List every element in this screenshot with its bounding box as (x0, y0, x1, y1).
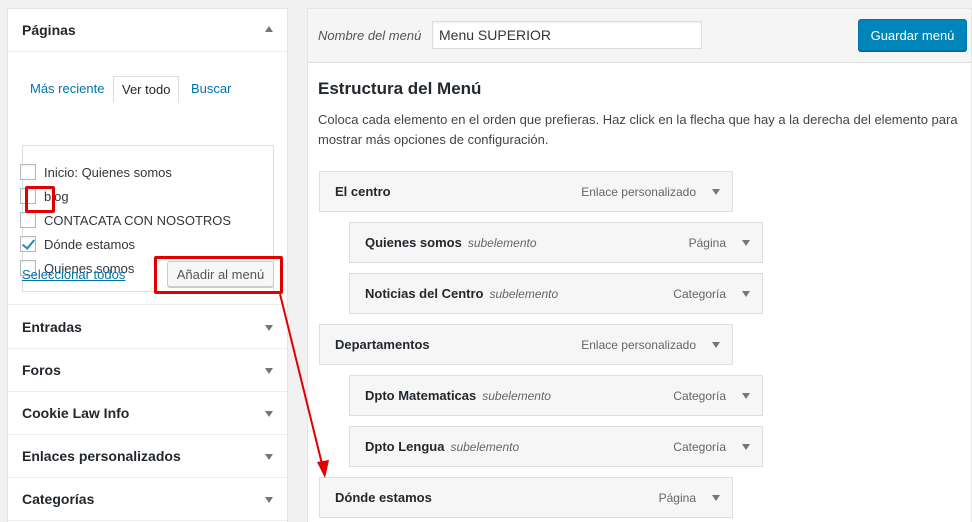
menu-item[interactable]: El centro Enlace personalizado (319, 171, 733, 212)
menu-item-sublabel: subelemento (450, 439, 520, 454)
page-item[interactable]: CONTACATA CON NOSOTROS (20, 211, 231, 229)
page-checkbox[interactable] (20, 188, 36, 204)
menu-item-title: Dpto Lengua (365, 439, 445, 454)
section-title: Foros (22, 362, 61, 378)
structure-title: Estructura del Menú (318, 79, 482, 98)
menu-item-type: Categoría (673, 388, 726, 403)
menu-item-title: Dónde estamos (335, 490, 432, 505)
expand-icon[interactable] (265, 368, 273, 374)
page-checkbox[interactable] (20, 212, 36, 228)
menu-subitem[interactable]: Quienes somos subelemento Página (349, 222, 763, 263)
expand-arrow-icon[interactable] (742, 444, 750, 450)
expand-arrow-icon[interactable] (742, 240, 750, 246)
menu-item-sublabel: subelemento (482, 388, 551, 403)
collapse-icon[interactable] (265, 26, 273, 32)
section-entradas[interactable]: Entradas (8, 306, 287, 349)
section-title: Categorías (22, 491, 95, 507)
structure-description: Coloca cada elemento en el orden que pre… (318, 112, 958, 147)
section-categorias[interactable]: Categorías (8, 478, 287, 521)
menu-item-title: Noticias del Centro (365, 286, 484, 301)
menu-item-type: Página (658, 490, 696, 505)
expand-icon[interactable] (265, 497, 273, 503)
menu-items-panel: Páginas Más reciente Ver todo Buscar Ini… (7, 8, 288, 522)
save-menu-button[interactable]: Guardar menú (858, 19, 967, 51)
menu-item-title: El centro (335, 184, 391, 199)
tab-recent[interactable]: Más reciente (22, 76, 112, 103)
page-checkbox-checked[interactable] (20, 236, 36, 252)
menu-structure-panel: Nombre del menú Guardar menú Estructura … (307, 8, 972, 522)
collapsed-sections: Entradas Foros Cookie Law Info Enlaces p… (8, 306, 287, 521)
pages-section-title: Páginas (22, 22, 76, 38)
tab-search[interactable]: Buscar (183, 76, 239, 103)
page-item-label: CONTACATA CON NOSOTROS (44, 212, 232, 228)
menu-subitem[interactable]: Dpto Lengua subelemento Categoría (349, 426, 763, 467)
menu-item-type: Enlace personalizado (581, 184, 696, 199)
menu-header: Nombre del menú Guardar menú (308, 9, 971, 63)
section-custom-links[interactable]: Enlaces personalizados (8, 435, 287, 478)
page-item-label: Inicio: Quienes somos (44, 164, 172, 180)
menu-subitem[interactable]: Dpto Matematicas subelemento Categoría (349, 375, 763, 416)
page-item[interactable]: blog (20, 187, 69, 205)
select-all-link[interactable]: Seleccionar todos (22, 267, 125, 282)
menu-name-input[interactable] (432, 21, 702, 49)
expand-arrow-icon[interactable] (712, 495, 720, 501)
expand-icon[interactable] (265, 325, 273, 331)
section-title: Cookie Law Info (22, 405, 130, 421)
pages-tabs: Más reciente Ver todo Buscar (22, 76, 273, 103)
section-cookie-law-info[interactable]: Cookie Law Info (8, 392, 287, 435)
menu-item-type: Enlace personalizado (581, 337, 696, 352)
expand-arrow-icon[interactable] (742, 393, 750, 399)
expand-arrow-icon[interactable] (712, 342, 720, 348)
page-item[interactable]: Dónde estamos (20, 235, 135, 253)
expand-arrow-icon[interactable] (742, 291, 750, 297)
page-item-label: Dónde estamos (44, 236, 136, 252)
section-title: Enlaces personalizados (22, 448, 181, 464)
section-foros[interactable]: Foros (8, 349, 287, 392)
menu-item-new[interactable]: Dónde estamos Página (319, 477, 733, 518)
menu-item-type: Categoría (673, 286, 726, 301)
menu-subitem[interactable]: Noticias del Centro subelemento Categorí… (349, 273, 763, 314)
tab-view-all[interactable]: Ver todo (113, 76, 180, 103)
expand-arrow-icon[interactable] (712, 189, 720, 195)
menu-item-title: Dpto Matematicas (365, 388, 477, 403)
page-item[interactable]: Inicio: Quienes somos (20, 163, 172, 181)
add-to-menu-button[interactable]: Añadir al menú (167, 261, 274, 287)
expand-icon[interactable] (265, 454, 273, 460)
expand-icon[interactable] (265, 411, 273, 417)
page-checkbox[interactable] (20, 164, 36, 180)
page-item-label: blog (44, 188, 69, 204)
menu-item-type: Categoría (673, 439, 726, 454)
menu-item-title: Departamentos (335, 337, 430, 352)
menu-item[interactable]: Departamentos Enlace personalizado (319, 324, 733, 365)
menu-item-sublabel: subelemento (467, 235, 537, 250)
menu-item-title: Quienes somos (365, 235, 462, 250)
pages-section-header[interactable]: Páginas (8, 9, 287, 52)
menu-item-sublabel: subelemento (489, 286, 559, 301)
menu-item-type: Página (688, 235, 726, 250)
section-title: Entradas (22, 319, 82, 335)
menu-name-label: Nombre del menú (318, 28, 422, 43)
